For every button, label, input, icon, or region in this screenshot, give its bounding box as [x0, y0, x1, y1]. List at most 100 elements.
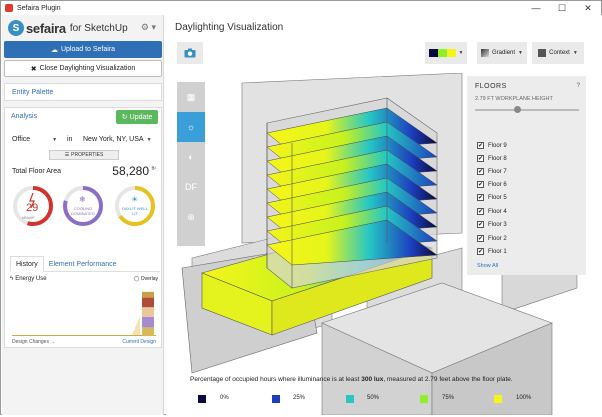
window-title: Sefaira Plugin [17, 4, 61, 12]
legend-swatch-0 [198, 395, 206, 403]
chevron-down-icon: ▼ [146, 136, 152, 143]
snowflake-icon: ❄ [79, 195, 86, 204]
sefaira-logo-icon: S [8, 20, 24, 36]
main-area: Daylighting Visualization ▼ Gradient ▼ C… [166, 15, 602, 416]
update-button[interactable]: ↻ Update [116, 110, 158, 124]
context-dropdown[interactable]: Context ▼ [532, 42, 584, 64]
show-all-link[interactable]: Show All [477, 263, 498, 269]
chevron-down-icon: ▼ [458, 50, 464, 56]
legend-swatch-25 [272, 395, 280, 403]
workplane-slider[interactable] [475, 109, 579, 111]
upload-button-label: Upload to Sefaira [60, 46, 116, 53]
gradient-dropdown[interactable]: Gradient ▼ [477, 42, 527, 64]
help-icon[interactable]: ? [577, 83, 580, 89]
floor-checkbox-2[interactable]: ✔ Floor 2 [477, 235, 507, 242]
view-toolbar: ▦ ☼ ◐ DF ⊕ [177, 82, 205, 246]
entity-palette-link[interactable]: Entity Palette [4, 83, 162, 101]
checkbox-icon: ✔ [477, 181, 484, 188]
energy-gauge-value: 29 [26, 202, 39, 214]
color-swatch [446, 49, 456, 57]
chevron-down-icon: ▼ [52, 136, 58, 143]
minimize-button[interactable]: — [523, 1, 549, 15]
left-panel: S sefaira for SketchUp ⚙ ▾ ☁ Upload to S… [2, 15, 164, 415]
app-icon [5, 4, 13, 12]
caption-bold: 300 lux [361, 376, 384, 383]
illuminance-caption: Percentage of occupied hours where illum… [190, 376, 513, 383]
color-legend: 0% 25% 50% 75% 100% [190, 394, 590, 406]
upload-button[interactable]: ☁ Upload to Sefaira [4, 41, 162, 58]
location-select[interactable]: New York, NY, USA ▼ [83, 136, 152, 143]
analysis-title[interactable]: Analysis [11, 113, 37, 120]
energy-gauge[interactable]: 29 kBtu/ft² [11, 184, 55, 228]
daylight-gauge-label: DAYLIT WELL LIT [122, 206, 148, 216]
context-label: Context [549, 50, 570, 56]
color-swatch [437, 49, 447, 57]
target-icon[interactable]: ⊕ [177, 202, 205, 232]
lightning-icon: ϟ [10, 276, 14, 282]
floor-checkbox-1[interactable]: ✔ Floor 1 [477, 248, 507, 255]
title-bar: Sefaira Plugin — ☐ ✕ [1, 1, 601, 15]
brand-name: sefaira [26, 20, 66, 36]
color-swatch [428, 49, 438, 57]
tab-history[interactable]: History [10, 256, 44, 272]
floor-checkbox-7[interactable]: ✔ Floor 7 [477, 168, 507, 175]
gradient-label: Gradient [492, 50, 516, 56]
chevron-down-icon: ▼ [518, 50, 523, 56]
total-floor-area-value: 58,280 [112, 164, 149, 178]
close-daylighting-button[interactable]: ✖ Close Daylighting Visualization [4, 60, 162, 77]
history-bar-segment [142, 297, 154, 308]
floor-checkbox-5[interactable]: ✔ Floor 5 [477, 194, 507, 201]
tab-element-performance[interactable]: Element Performance [44, 256, 122, 272]
overlay-label: Overlay [140, 276, 158, 282]
total-floor-area-label: Total Floor Area [12, 168, 62, 175]
properties-button[interactable]: ☰ PROPERTIES [49, 150, 119, 160]
floor-checkbox-4[interactable]: ✔ Floor 4 [477, 208, 507, 215]
plugin-window: Sefaira Plugin — ☐ ✕ S sefaira for Sketc… [0, 0, 602, 416]
checkbox-icon: ✔ [477, 221, 484, 228]
close-window-button[interactable]: ✕ [575, 1, 601, 15]
df-icon[interactable]: DF [177, 172, 205, 202]
legend-label-75: 75% [442, 395, 455, 401]
checkbox-icon: ✔ [477, 168, 484, 175]
checkbox-icon: ✔ [477, 208, 484, 215]
floor-checkbox-9[interactable]: ✔ Floor 9 [477, 142, 507, 149]
slider-thumb[interactable] [514, 106, 521, 113]
overlay-toggle[interactable]: ◯ Overlay [134, 276, 158, 282]
energy-use-row: ϟ Energy Use ◯ Overlay [10, 276, 158, 282]
chevron-down-icon: ▼ [572, 50, 578, 56]
workplane-height: 2.79 FT WORKPLANE HEIGHT [475, 96, 553, 102]
floor-checkbox-6[interactable]: ✔ Floor 6 [477, 181, 507, 188]
page-title: Daylighting Visualization [175, 22, 284, 33]
design-changes-label: Design Changes → [12, 339, 56, 345]
contrast-icon[interactable]: ◐ [177, 142, 205, 172]
gear-icon[interactable]: ⚙ ▾ [141, 22, 156, 33]
daylight-gauge[interactable]: ☀ DAYLIT WELL LIT [113, 184, 157, 228]
history-bar-segment [142, 291, 154, 298]
brand-header: S sefaira for SketchUp ⚙ ▾ [8, 17, 158, 39]
maximize-button[interactable]: ☐ [549, 1, 575, 15]
history-baseline [12, 316, 140, 335]
floor-checkbox-3[interactable]: ✔ Floor 3 [477, 221, 507, 228]
floor-checkbox-8[interactable]: ✔ Floor 8 [477, 155, 507, 162]
current-design-label[interactable]: Current Design [122, 339, 156, 345]
floor-label: Floor 8 [488, 155, 507, 162]
circle-icon: ◯ [133, 276, 140, 282]
legend-label-100: 100% [516, 395, 532, 401]
floor-label: Floor 7 [488, 168, 507, 175]
sun-icon: ☀ [131, 195, 139, 204]
location-value: New York, NY, USA [83, 136, 144, 143]
camera-icon [184, 48, 196, 58]
color-scheme-dropdown[interactable]: ▼ [425, 42, 467, 64]
cooling-gauge[interactable]: ❄ COOLING DOMINATED [61, 184, 105, 228]
calendar-icon[interactable]: ▦ [177, 82, 205, 112]
checkbox-icon: ✔ [477, 235, 484, 242]
building-type-select[interactable]: Office ▼ [12, 136, 57, 143]
update-label: Update [129, 113, 153, 121]
total-floor-area-unit: ft² [151, 166, 156, 172]
sun-icon[interactable]: ☼ [177, 112, 205, 142]
cloud-upload-icon: ☁ [50, 46, 58, 54]
legend-swatch-50 [346, 395, 354, 403]
legend-label-50: 50% [367, 395, 380, 401]
context-icon [538, 49, 547, 57]
camera-button[interactable] [177, 42, 203, 64]
